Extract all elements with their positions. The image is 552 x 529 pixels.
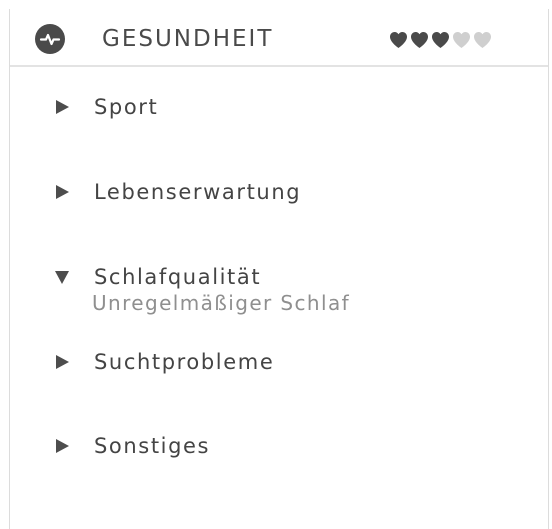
heart-icon [452, 31, 471, 49]
collapse-arrow-icon[interactable] [54, 269, 70, 285]
heart-icon [473, 31, 492, 49]
heartbeat-icon [35, 24, 65, 54]
item-label[interactable]: Sonstiges [94, 433, 210, 459]
item-label[interactable]: Schlafqualität [94, 264, 261, 290]
panel-header: GESUNDHEIT [10, 9, 548, 67]
heart-icon [410, 31, 429, 49]
health-rating [389, 31, 494, 49]
expand-arrow-icon[interactable] [54, 354, 70, 370]
heart-icon [389, 31, 408, 49]
item-label[interactable]: Suchtprobleme [94, 349, 274, 375]
item-detail: Unregelmäßiger Schlaf [92, 291, 351, 315]
expand-arrow-icon[interactable] [54, 438, 70, 454]
section-title: GESUNDHEIT [102, 26, 274, 52]
health-panel: GESUNDHEIT Sport Lebenserwartung Schlafq… [9, 9, 549, 529]
expand-arrow-icon[interactable] [54, 99, 70, 115]
expand-arrow-icon[interactable] [54, 184, 70, 200]
item-label[interactable]: Sport [94, 94, 158, 120]
heart-icon [431, 31, 450, 49]
item-label[interactable]: Lebenserwartung [94, 179, 301, 205]
